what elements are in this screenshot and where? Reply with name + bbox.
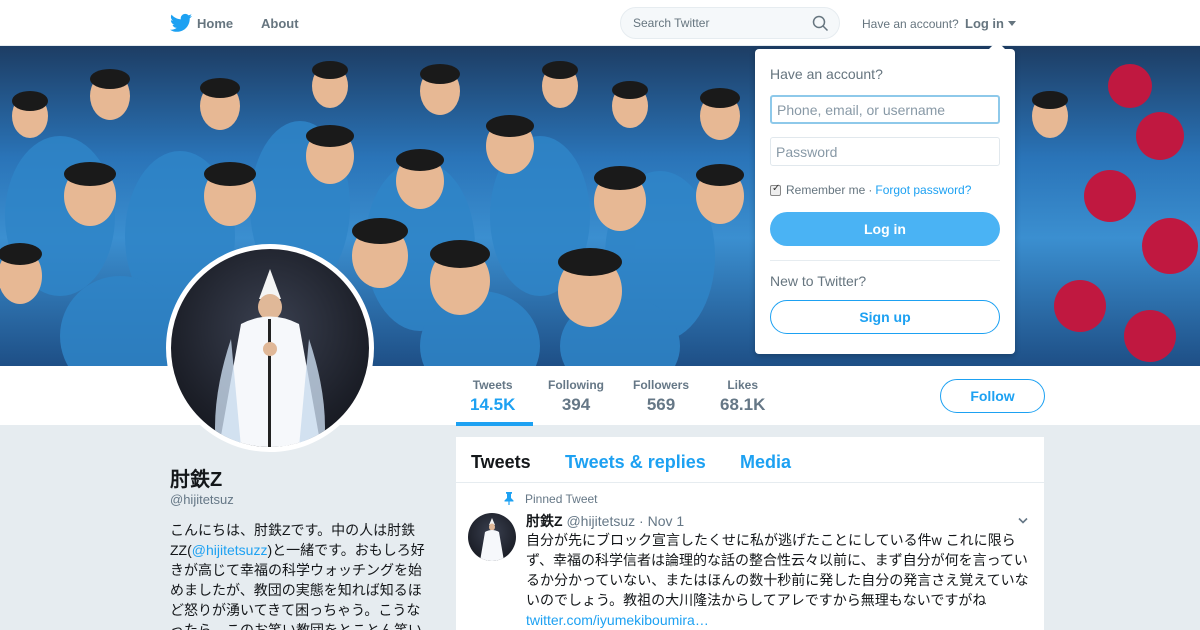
chevron-down-icon[interactable] xyxy=(1018,517,1028,525)
separator-dot: · xyxy=(868,183,873,197)
profile-handle[interactable]: @hijitetsuz xyxy=(170,492,234,507)
remember-me-checkbox[interactable] xyxy=(770,183,781,196)
pin-icon xyxy=(504,492,514,505)
search-box[interactable]: Search Twitter xyxy=(620,7,840,39)
stat-label: Following xyxy=(548,378,604,392)
follow-button[interactable]: Follow xyxy=(940,379,1045,413)
signup-button[interactable]: Sign up xyxy=(770,300,1000,334)
stat-label: Likes xyxy=(727,378,759,392)
pinned-tweet-label: Pinned Tweet xyxy=(525,492,598,506)
forgot-password-link[interactable]: Forgot password? xyxy=(875,183,971,197)
timeline: Tweets Tweets & replies Media Pinned Twe… xyxy=(456,437,1044,630)
remember-me-label[interactable]: Remember me xyxy=(786,183,865,197)
stat-value: 569 xyxy=(646,395,676,414)
top-nav-bar: Home About Search Twitter Have an accoun… xyxy=(0,0,1200,46)
username-field[interactable] xyxy=(770,95,1000,124)
password-field[interactable] xyxy=(770,137,1000,166)
stat-label: Tweets xyxy=(472,378,513,392)
search-icon[interactable] xyxy=(812,15,829,32)
dropdown-divider xyxy=(770,260,1000,261)
nav-home-link[interactable]: Home xyxy=(197,16,233,31)
login-submit-button[interactable]: Log in xyxy=(770,212,1000,246)
remember-me-row: Remember me · Forgot password? xyxy=(770,183,971,197)
tweet-timestamp[interactable]: · Nov 1 xyxy=(639,513,684,529)
login-dropdown-toggle[interactable]: Log in xyxy=(965,16,1004,31)
stat-value: 394 xyxy=(561,395,591,414)
tweet-avatar-illustration xyxy=(480,518,504,561)
timeline-tabs: Tweets Tweets & replies Media xyxy=(456,437,1044,483)
stat-label: Followers xyxy=(633,378,690,392)
search-input[interactable]: Search Twitter xyxy=(633,16,709,30)
tab-tweets[interactable]: Tweets xyxy=(471,452,531,473)
tweet-author-name[interactable]: 肘鉄Z xyxy=(526,513,563,529)
new-to-twitter-text: New to Twitter? xyxy=(770,273,867,289)
dropdown-arrow xyxy=(989,41,1005,49)
tweet-avatar[interactable] xyxy=(468,513,516,561)
login-dropdown: Have an account? Remember me · Forgot pa… xyxy=(755,41,1015,354)
profile-bio: こんにちは、肘鉄Zです。中の人は肘鉄ZZ(@hijitetsuzz)と一緒です。… xyxy=(170,520,432,630)
stat-value: 68.1K xyxy=(720,395,766,414)
profile-name: 肘鉄Z xyxy=(170,469,223,491)
stat-value: 14.5K xyxy=(470,395,516,414)
stat-likes[interactable]: Likes 68.1K xyxy=(720,378,765,415)
tweet-header: 肘鉄Z @hijitetsuz · Nov 1 xyxy=(526,511,684,531)
tweet-text: 自分が先にブロック宣言したくせに私が逃げたことにしている件w これに限らず、幸福… xyxy=(526,530,1034,630)
avatar-illustration xyxy=(215,269,325,447)
bio-mention-link[interactable]: @hijitetsuzz xyxy=(192,542,268,558)
tweet-link[interactable]: twitter.com/iyumekiboumira… xyxy=(526,612,709,628)
have-account-text: Have an account? xyxy=(862,17,959,31)
tab-tweets-replies[interactable]: Tweets & replies xyxy=(565,452,706,473)
caret-down-icon[interactable] xyxy=(1008,21,1016,26)
tweet-author-handle[interactable]: @hijitetsuz xyxy=(566,513,635,529)
nav-about-link[interactable]: About xyxy=(261,16,299,31)
stat-following[interactable]: Following 394 xyxy=(548,378,604,415)
stat-tweets[interactable]: Tweets 14.5K xyxy=(470,378,515,415)
profile-avatar[interactable] xyxy=(166,244,374,452)
tweet-body: 自分が先にブロック宣言したくせに私が逃げたことにしている件w これに限らず、幸福… xyxy=(526,532,1029,608)
twitter-bird-icon[interactable] xyxy=(170,13,192,33)
active-stat-underline xyxy=(456,422,533,426)
tab-media[interactable]: Media xyxy=(740,452,791,473)
dropdown-title: Have an account? xyxy=(770,66,883,82)
stat-followers[interactable]: Followers 569 xyxy=(633,378,689,415)
